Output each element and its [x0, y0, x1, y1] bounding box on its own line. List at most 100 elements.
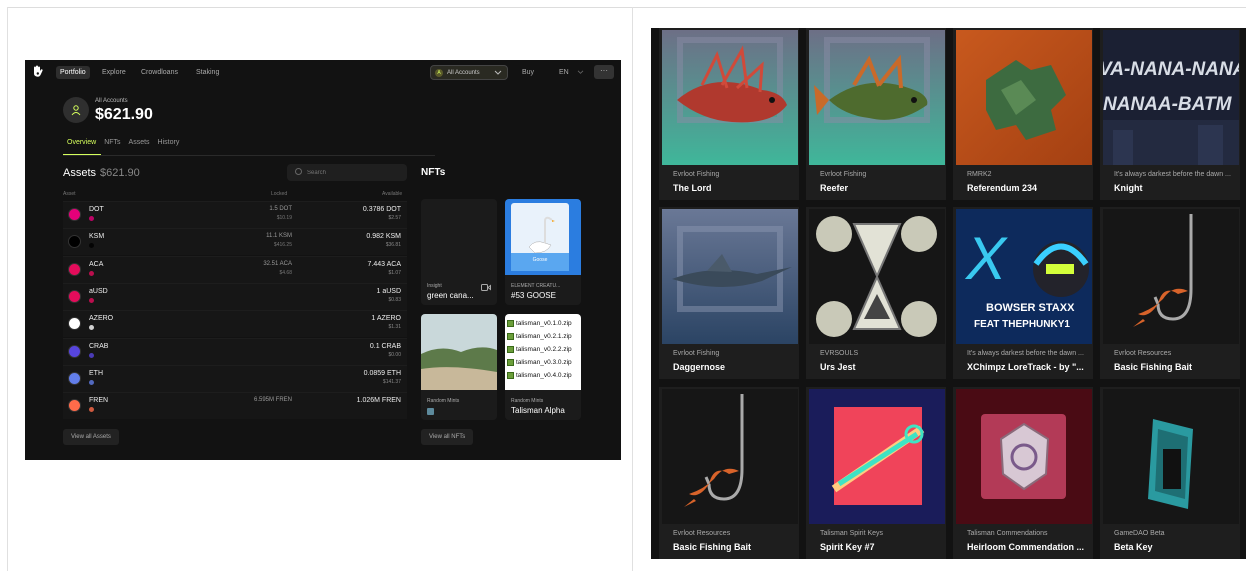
nav-portfolio[interactable]: Portfolio — [56, 66, 90, 79]
tab-divider — [63, 155, 435, 156]
token-icon — [68, 317, 81, 331]
nft-collection: Random Mints — [427, 398, 460, 404]
collection-name: GameDAO Beta — [1114, 530, 1165, 537]
asset-available: 0.3786 DOT — [362, 206, 401, 213]
nft-name: #53 GOOSE — [511, 291, 556, 300]
talisman-logo-icon[interactable] — [32, 65, 44, 78]
knight-art-text-1: VA-NANA-NANA — [1103, 59, 1239, 80]
account-icon — [63, 97, 89, 123]
nft-grid-card[interactable]: Evrloot Resources Basic Fishing Bait — [659, 387, 799, 559]
nft-name: green cana... — [427, 291, 474, 300]
search-input[interactable] — [307, 166, 402, 179]
knight-art-text-2: NANAA-BATM — [1103, 94, 1233, 115]
nft-grid-card[interactable]: GameDAO Beta Beta Key — [1100, 387, 1240, 559]
more-menu-button[interactable]: ··· — [594, 65, 614, 79]
top-nav: Portfolio Explore Crowdloans Staking A A… — [25, 60, 621, 84]
account-label: All Accounts — [95, 98, 128, 104]
nft-name: Spirit Key #7 — [820, 542, 875, 552]
tab-assets[interactable]: Assets — [129, 139, 150, 146]
nft-name: Talisman Alpha — [511, 406, 565, 415]
token-icon — [68, 399, 81, 413]
zip-file-name: talisman_v0.2.2.zip — [516, 346, 572, 353]
asset-locked: 32.51 ACA — [263, 260, 292, 267]
asset-available-usd: $141.37 — [382, 378, 401, 385]
account-selector-label: All Accounts — [447, 69, 480, 76]
asset-available: 7.443 ACA — [367, 260, 401, 268]
nft-collection: Insight — [427, 283, 442, 289]
asset-symbol: AZERO — [89, 315, 114, 323]
active-tab-underline — [63, 154, 101, 155]
nav-staking[interactable]: Staking — [192, 66, 223, 79]
asset-available-usd: $1.31 — [388, 324, 401, 331]
asset-row[interactable]: ACA 32.51 ACA $4.68 7.443 ACA $1.07 — [63, 255, 407, 283]
view-all-nfts-button[interactable]: View all NFTs — [421, 429, 474, 445]
nft-image — [1103, 389, 1239, 524]
nft-image — [956, 30, 1092, 165]
nav-crowdloans[interactable]: Crowdloans — [137, 66, 182, 79]
buy-button[interactable]: Buy — [518, 66, 538, 79]
nfts-title: NFTs — [421, 167, 446, 178]
collection-name: RMRK2 — [967, 171, 992, 178]
nft-grid-card[interactable]: Talisman Commendations Heirloom Commenda… — [953, 387, 1093, 559]
token-icon — [68, 344, 81, 358]
nft-grid-card[interactable]: Evrloot Fishing Reefer — [806, 28, 946, 200]
asset-row[interactable]: DOT 1.5 DOT $10.19 0.3786 DOT $2.57 — [63, 201, 407, 228]
xchimpz-art-text-1: BOWSER STAXX — [986, 302, 1075, 314]
left-divider — [7, 7, 8, 571]
asset-row[interactable]: CRAB 0.1 CRAB $0.00 — [63, 337, 407, 365]
image-placeholder-icon — [427, 408, 434, 415]
asset-locked: 11.1 KSM — [266, 233, 292, 240]
view-all-assets-button[interactable]: View all Assets — [63, 429, 119, 445]
nft-name: Reefer — [820, 183, 849, 193]
nft-name: XChimpz LoreTrack - by "... — [967, 362, 1084, 372]
tab-history[interactable]: History — [158, 139, 180, 146]
nft-card[interactable]: Goose ELEMENT CREATU... #53 GOOSE — [505, 199, 581, 305]
nav-explore[interactable]: Explore — [98, 66, 130, 79]
language-selector[interactable]: EN — [555, 66, 573, 79]
asset-row[interactable]: aUSD 1 aUSD $0.83 — [63, 282, 407, 310]
nft-image — [809, 30, 945, 165]
account-avatar: A — [435, 68, 443, 77]
nft-collection: Random Mints — [511, 398, 544, 404]
nft-grid-card[interactable]: Evrloot Fishing The Lord — [659, 28, 799, 200]
svg-text:X: X — [964, 225, 1008, 292]
asset-symbol: FREN — [89, 397, 109, 405]
nft-card[interactable]: Insight green cana... — [421, 199, 497, 305]
chain-icon — [89, 216, 94, 221]
asset-row[interactable]: AZERO 1 AZERO $1.31 — [63, 310, 407, 338]
chain-icon — [89, 270, 94, 276]
xchimpz-art-text-2: FEAT THEPHUNKY1 — [974, 319, 1070, 330]
asset-row[interactable]: KSM 11.1 KSM $416.25 0.982 KSM $36.81 — [63, 228, 407, 256]
asset-available: 1 AZERO — [371, 315, 401, 323]
user-icon — [71, 105, 81, 116]
nft-image — [956, 389, 1092, 524]
asset-row[interactable]: FREN 6.595M FREN 1.026M FREN — [63, 392, 407, 420]
nft-grid-card[interactable]: Talisman Spirit Keys Spirit Key #7 — [806, 387, 946, 559]
nft-grid-card[interactable]: EVRSOULS Urs Jest — [806, 207, 946, 379]
assets-heading: Assets — [63, 167, 97, 179]
nft-grid-card[interactable]: X BOWSER STAXX FEAT THEPHUNKY1 It's always… — [953, 207, 1093, 379]
zip-file-row: talisman_v0.2.1.zip — [507, 330, 579, 343]
zip-file-icon — [507, 359, 514, 366]
chain-icon — [89, 379, 94, 385]
nft-grid-card[interactable]: Evrloot Fishing Daggernose — [659, 207, 799, 379]
nft-grid-card[interactable]: Evrloot Resources Basic Fishing Bait — [1100, 207, 1240, 379]
collection-name: Evrloot Fishing — [673, 171, 720, 178]
token-icon — [68, 235, 81, 249]
nft-card[interactable]: Random Mints — [421, 314, 497, 420]
asset-available-usd: $1.07 — [388, 269, 401, 276]
nft-image: X BOWSER STAXX FEAT THEPHUNKY1 — [956, 209, 1092, 344]
asset-symbol: CRAB — [89, 342, 109, 350]
nft-card[interactable]: talisman_v0.1.0.zip talisman_v0.2.1.zip ta… — [505, 314, 581, 420]
collection-name: Evrloot Resources — [673, 530, 731, 537]
nft-name: The Lord — [673, 183, 712, 193]
asset-symbol: KSM — [89, 233, 105, 241]
tab-overview[interactable]: Overview — [67, 139, 96, 146]
account-selector[interactable]: A All Accounts — [430, 65, 508, 80]
nft-grid-card[interactable]: RMRK2 Referendum 234 — [953, 28, 1093, 200]
nft-grid-card[interactable]: VA-NANA-NANA NANAA-BATM It's always darke… — [1100, 28, 1240, 200]
asset-row[interactable]: ETH 0.0859 ETH $141.37 — [63, 364, 407, 392]
assets-title: Assets $621.90 — [63, 167, 140, 179]
collection-name: It's always darkest before the dawn ... — [1114, 171, 1231, 178]
tab-nfts[interactable]: NFTs — [104, 139, 120, 146]
